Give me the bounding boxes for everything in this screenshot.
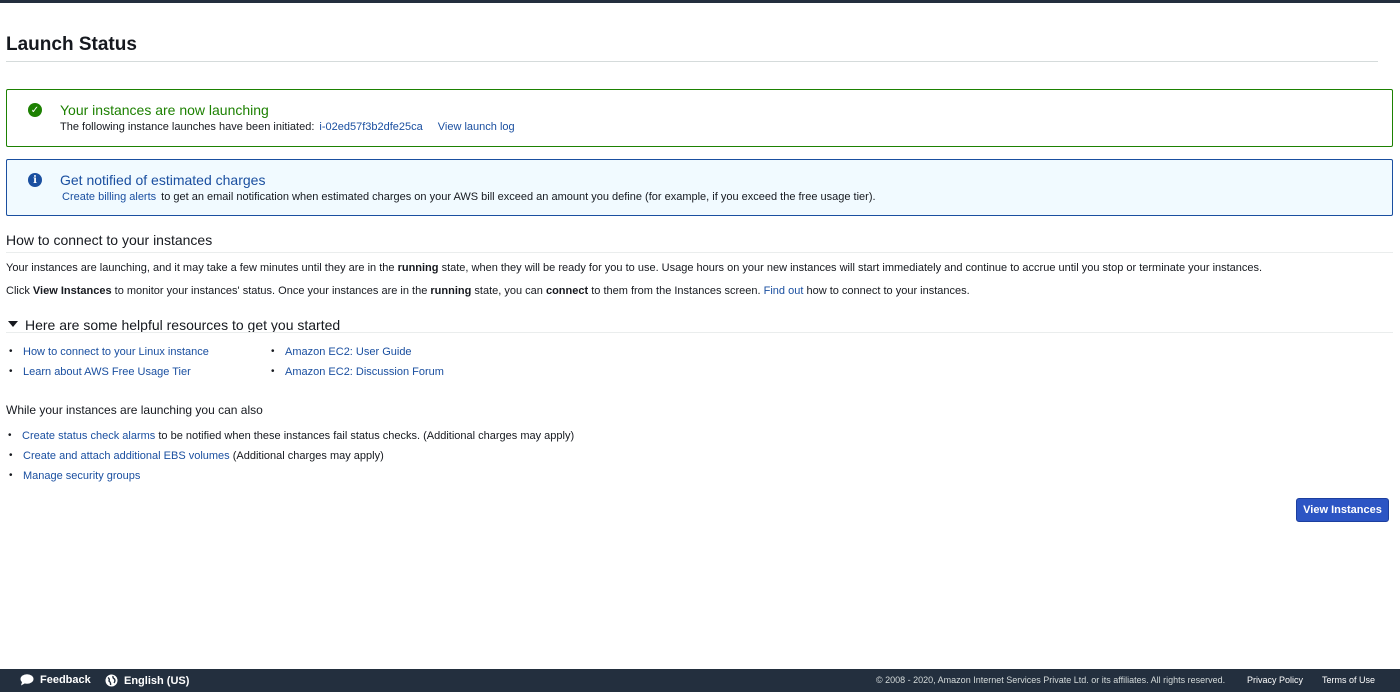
list-item: Create and attach additional EBS volumes… xyxy=(9,449,575,469)
caret-down-icon[interactable] xyxy=(8,321,18,327)
page-title: Launch Status xyxy=(6,34,137,55)
p2-view-instances: View Instances xyxy=(32,285,112,297)
user-guide-link[interactable]: Amazon EC2: User Guide xyxy=(285,346,412,358)
resources-section-divider xyxy=(6,332,1393,333)
security-groups-link[interactable]: Manage security groups xyxy=(23,470,140,482)
ebs-volumes-link[interactable]: Create and attach additional EBS volumes xyxy=(23,450,230,462)
connect-paragraph-2: Click View Instances to monitor your ins… xyxy=(6,285,970,297)
p1-text-a: Your instances are launching, and it may… xyxy=(6,262,395,274)
billing-info-alert: i Get notified of estimated charges Crea… xyxy=(6,159,1393,216)
p2-text-c: state, you can xyxy=(474,285,543,297)
title-divider xyxy=(6,61,1378,62)
chat-bubble-icon xyxy=(20,674,34,686)
list-item: Amazon EC2: User Guide xyxy=(271,345,444,365)
billing-alert-text: to get an email notification when estima… xyxy=(161,191,876,203)
p2-connect: connect xyxy=(545,285,589,297)
list-item: Learn about AWS Free Usage Tier xyxy=(9,365,209,385)
success-alert: ✓ Your instances are now launching The f… xyxy=(6,89,1393,147)
p2-text-e: how to connect to your instances. xyxy=(806,285,970,297)
also-list: Create status check alarms to be notifie… xyxy=(8,429,575,489)
privacy-policy-link[interactable]: Privacy Policy xyxy=(1247,675,1303,685)
ebs-volumes-text: (Additional charges may apply) xyxy=(232,450,384,462)
resources-list-left: How to connect to your Linux instance Le… xyxy=(9,345,209,385)
connect-section-title: How to connect to your instances xyxy=(6,232,213,248)
footer: Feedback English (US) © 2008 - 2020, Ama… xyxy=(0,669,1400,692)
feedback-label: Feedback xyxy=(40,674,91,686)
p1-text-b: state, when they will be ready for you t… xyxy=(441,262,1263,274)
status-check-text: to be notified when these instances fail… xyxy=(158,430,575,442)
discussion-forum-link[interactable]: Amazon EC2: Discussion Forum xyxy=(285,366,444,378)
p2-text-b: to monitor your instances' status. Once … xyxy=(114,285,428,297)
create-billing-alerts-link[interactable]: Create billing alerts xyxy=(62,191,156,203)
feedback-button[interactable]: Feedback xyxy=(20,674,91,686)
language-selector[interactable]: English (US) xyxy=(105,674,189,687)
success-alert-title: Your instances are now launching xyxy=(60,102,269,118)
success-alert-body: The following instance launches have bee… xyxy=(60,121,515,133)
view-instances-button[interactable]: View Instances xyxy=(1296,498,1389,522)
linux-connect-link[interactable]: How to connect to your Linux instance xyxy=(23,346,209,358)
list-item: How to connect to your Linux instance xyxy=(9,345,209,365)
resources-section-title[interactable]: Here are some helpful resources to get y… xyxy=(25,317,340,333)
billing-alert-title: Get notified of estimated charges xyxy=(60,172,266,188)
p1-running: running xyxy=(397,262,439,274)
p2-running: running xyxy=(430,285,472,297)
instance-id-link[interactable]: i-02ed57f3b2dfe25ca xyxy=(319,121,422,133)
find-out-link[interactable]: Find out xyxy=(764,285,804,297)
info-circle-icon: i xyxy=(28,173,42,187)
status-check-alarms-link[interactable]: Create status check alarms xyxy=(22,430,155,442)
connect-section-divider xyxy=(6,252,1393,253)
success-alert-text: The following instance launches have bee… xyxy=(60,121,315,133)
resources-list-right: Amazon EC2: User Guide Amazon EC2: Discu… xyxy=(271,345,444,385)
terms-of-use-link[interactable]: Terms of Use xyxy=(1322,675,1375,685)
free-tier-link[interactable]: Learn about AWS Free Usage Tier xyxy=(23,366,191,378)
billing-alert-body: Create billing alerts to get an email not… xyxy=(62,191,876,203)
list-item: Manage security groups xyxy=(9,469,575,489)
list-item: Create status check alarms to be notifie… xyxy=(8,429,575,449)
language-label: English (US) xyxy=(124,674,190,687)
list-item: Amazon EC2: Discussion Forum xyxy=(271,365,444,385)
globe-icon xyxy=(105,674,118,687)
p2-text-a: Click xyxy=(6,285,30,297)
also-section-title: While your instances are launching you c… xyxy=(6,403,263,417)
connect-paragraph-1: Your instances are launching, and it may… xyxy=(6,262,1262,274)
copyright-text: © 2008 - 2020, Amazon Internet Services … xyxy=(876,675,1226,685)
top-bar xyxy=(0,0,1400,3)
view-launch-log-link[interactable]: View launch log xyxy=(438,121,515,133)
p2-text-d: to them from the Instances screen. xyxy=(591,285,761,297)
check-circle-icon: ✓ xyxy=(28,103,42,117)
